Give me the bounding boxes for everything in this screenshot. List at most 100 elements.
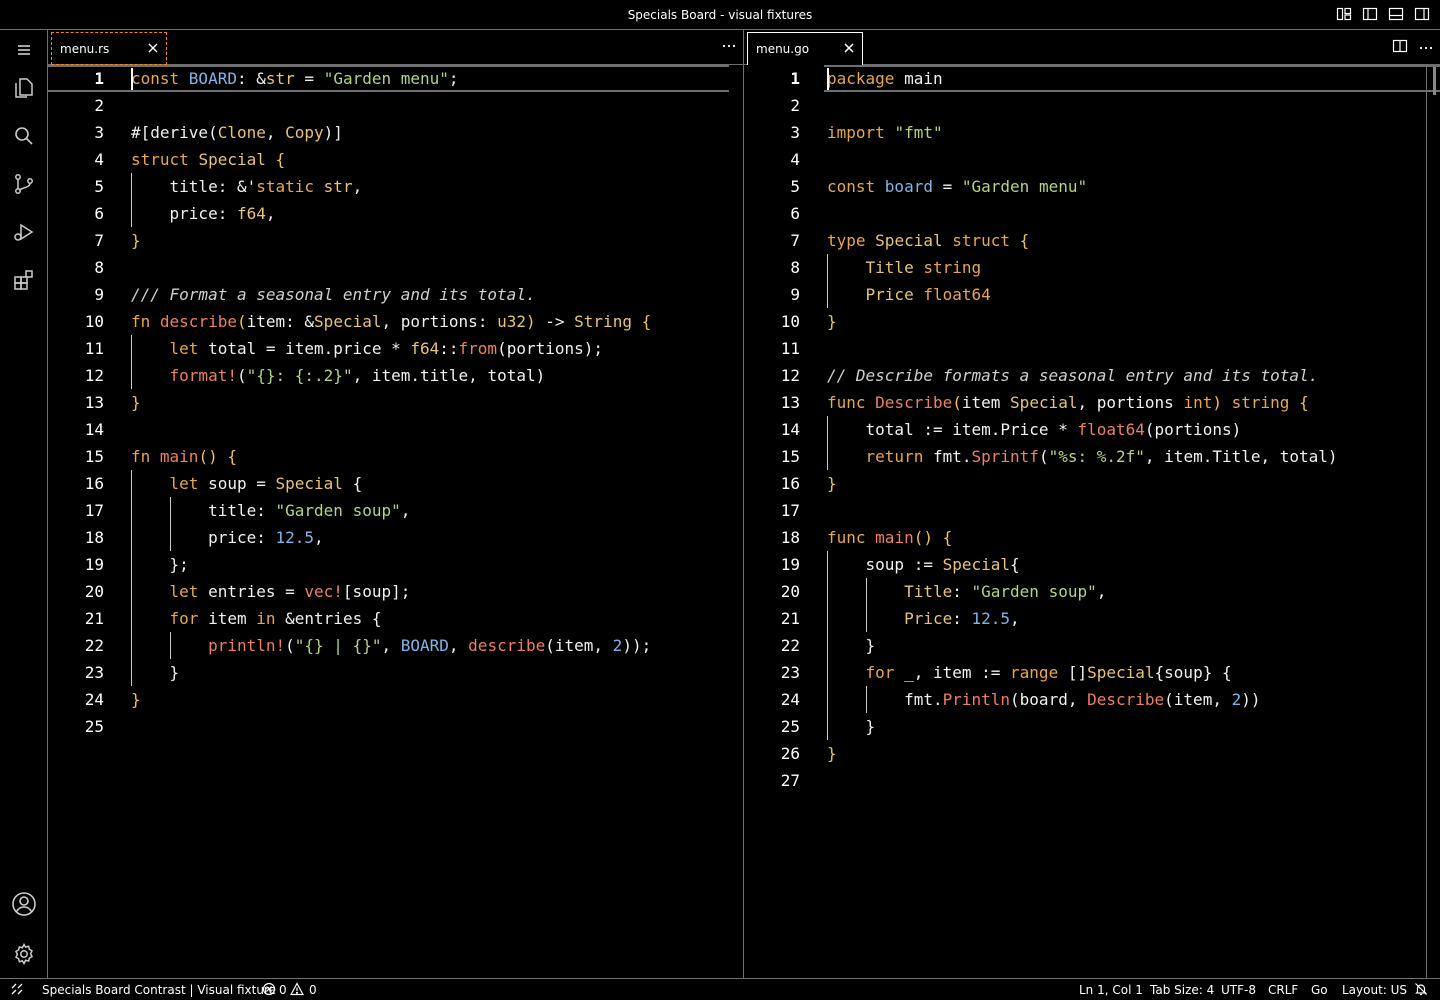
code-line[interactable]: 16 let soup = Special { xyxy=(48,470,743,497)
menu-icon[interactable] xyxy=(0,30,48,70)
code-line[interactable]: 21 Price: 12.5, xyxy=(744,605,1440,632)
code-line[interactable]: 19 }; xyxy=(48,551,743,578)
code-line[interactable]: 10 fn describe(item: &Special, portions: … xyxy=(48,308,743,335)
code-line[interactable]: 17 title: "Garden soup", xyxy=(48,497,743,524)
source-control-icon[interactable] xyxy=(0,164,48,204)
code-token: { xyxy=(275,150,286,169)
vertical-scrollbar[interactable] xyxy=(1426,65,1440,978)
code-line[interactable]: 13} xyxy=(48,389,743,416)
code-editor-left[interactable]: 1 const BOARD: &str = "Garden menu"; 2 3 #[d… xyxy=(48,65,743,978)
code-line[interactable]: 15 fn main() { xyxy=(48,443,743,470)
end-of-line[interactable]: CRLF xyxy=(1268,983,1298,997)
code-line[interactable]: 11 let total = item.price * f64::from(po… xyxy=(48,335,743,362)
code-token: 12.5 xyxy=(971,609,1011,628)
warning-count[interactable]: 0 xyxy=(309,983,317,997)
more-actions-icon[interactable] xyxy=(1418,40,1434,56)
tab-menu-rs[interactable]: menu.rs xyxy=(51,32,167,65)
close-icon[interactable] xyxy=(842,41,856,55)
code-line[interactable]: 10} xyxy=(744,308,1440,335)
code-line[interactable]: 13 func Describe(item Special, portions i… xyxy=(744,389,1440,416)
run-debug-icon[interactable] xyxy=(0,212,48,252)
code-line[interactable]: 14 total := item.Price * float64(portion… xyxy=(744,416,1440,443)
code-line[interactable]: 3 #[derive(Clone, Copy)] xyxy=(48,119,743,146)
code-text: total := item.Price * float64(portions) xyxy=(827,416,1242,443)
code-token: )] xyxy=(323,123,343,142)
code-line[interactable]: 18 price: 12.5, xyxy=(48,524,743,551)
code-line[interactable]: 24} xyxy=(48,686,743,713)
tab-size[interactable]: Tab Size: 4 xyxy=(1150,983,1214,997)
settings-gear-icon[interactable] xyxy=(0,934,48,974)
code-line[interactable]: 18 func main() { xyxy=(744,524,1440,551)
notifications-muted-icon[interactable] xyxy=(1414,982,1428,999)
code-line[interactable]: 11 xyxy=(744,335,1440,362)
code-line[interactable]: 16} xyxy=(744,470,1440,497)
code-line[interactable]: 14 xyxy=(48,416,743,443)
encoding[interactable]: UTF-8 xyxy=(1221,983,1256,997)
code-token: func xyxy=(827,528,876,547)
customize-layout-icon[interactable] xyxy=(1336,6,1352,22)
accounts-icon[interactable] xyxy=(0,884,48,924)
code-line[interactable]: 25 } xyxy=(744,713,1440,740)
code-line[interactable]: 23 for _, item := range []Special{soup} … xyxy=(744,659,1440,686)
tab-menu-go[interactable]: menu.go xyxy=(747,32,863,65)
code-line[interactable]: 17 xyxy=(744,497,1440,524)
code-line[interactable]: 4 xyxy=(744,146,1440,173)
code-line[interactable]: 2 xyxy=(744,92,1440,119)
code-line[interactable]: 5 const board = "Garden menu" xyxy=(744,173,1440,200)
code-line[interactable]: 20 let entries = vec![soup]; xyxy=(48,578,743,605)
extensions-icon[interactable] xyxy=(0,260,48,300)
code-editor-right[interactable]: 1 package main 2 3 import "fmt" 4 5 const board… xyxy=(744,65,1440,978)
cursor-position[interactable]: Ln 1, Col 1 xyxy=(1079,983,1143,997)
warning-icon[interactable] xyxy=(289,982,305,999)
code-text: fmt.Println(board, Describe(item, 2)) xyxy=(827,686,1260,713)
code-line[interactable]: 8 Title string xyxy=(744,254,1440,281)
keyboard-layout[interactable]: Layout: US xyxy=(1342,983,1407,997)
code-line[interactable]: 3 import "fmt" xyxy=(744,119,1440,146)
code-line[interactable]: 6 price: f64, xyxy=(48,200,743,227)
explorer-icon[interactable] xyxy=(0,68,48,108)
split-editor-icon[interactable] xyxy=(1392,38,1408,58)
line-number: 15 xyxy=(84,447,104,466)
language-mode[interactable]: Go xyxy=(1311,983,1328,997)
code-line[interactable]: 27 xyxy=(744,767,1440,794)
code-text: /// Format a seasonal entry and its tota… xyxy=(131,281,536,308)
more-actions-icon[interactable] xyxy=(721,38,737,54)
code-line[interactable]: 6 xyxy=(744,200,1440,227)
close-icon[interactable] xyxy=(146,41,160,55)
toggle-secondary-sidebar-icon[interactable] xyxy=(1414,6,1430,22)
code-line[interactable]: 19 soup := Special{ xyxy=(744,551,1440,578)
code-line[interactable]: 23 } xyxy=(48,659,743,686)
scrollbar-thumb[interactable] xyxy=(1433,67,1436,95)
code-line[interactable]: 24 fmt.Println(board, Describe(item, 2)) xyxy=(744,686,1440,713)
code-line[interactable]: 7} xyxy=(48,227,743,254)
code-line[interactable]: 4 struct Special { xyxy=(48,146,743,173)
code-token: from xyxy=(458,339,498,358)
remote-icon[interactable] xyxy=(10,982,24,999)
code-line[interactable]: 20 Title: "Garden soup", xyxy=(744,578,1440,605)
line-number: 25 xyxy=(84,717,104,736)
code-line[interactable]: 8 xyxy=(48,254,743,281)
code-text: } xyxy=(827,308,837,335)
error-count[interactable]: 0 xyxy=(279,983,287,997)
code-line[interactable]: 1 package main xyxy=(744,65,1440,92)
code-line[interactable]: 25 xyxy=(48,713,743,740)
code-line[interactable]: 22 } xyxy=(744,632,1440,659)
code-line[interactable]: 26} xyxy=(744,740,1440,767)
search-icon[interactable] xyxy=(0,116,48,156)
code-line[interactable]: 22 println!("{} | {}", BOARD, describe(i… xyxy=(48,632,743,659)
code-line[interactable]: 2 xyxy=(48,92,743,119)
code-line[interactable]: 15 return fmt.Sprintf("%s: %.2f", item.T… xyxy=(744,443,1440,470)
code-line[interactable]: 7 type Special struct { xyxy=(744,227,1440,254)
code-line[interactable]: 12 format!("{}: {:.2}", item.title, tota… xyxy=(48,362,743,389)
code-token: ( xyxy=(952,393,962,412)
error-icon[interactable] xyxy=(262,982,276,999)
code-line[interactable]: 9 /// Format a seasonal entry and its tot… xyxy=(48,281,743,308)
status-remote-label[interactable]: Specials Board Contrast | Visual fixture xyxy=(42,983,276,997)
code-line[interactable]: 21 for item in &entries { xyxy=(48,605,743,632)
code-line[interactable]: 12 // Describe formats a seasonal entry a… xyxy=(744,362,1440,389)
toggle-panel-icon[interactable] xyxy=(1388,6,1404,22)
code-line[interactable]: 5 title: &'static str, xyxy=(48,173,743,200)
toggle-primary-sidebar-icon[interactable] xyxy=(1362,6,1378,22)
code-line[interactable]: 9 Price float64 xyxy=(744,281,1440,308)
code-line[interactable]: 1 const BOARD: &str = "Garden menu"; xyxy=(48,65,743,92)
